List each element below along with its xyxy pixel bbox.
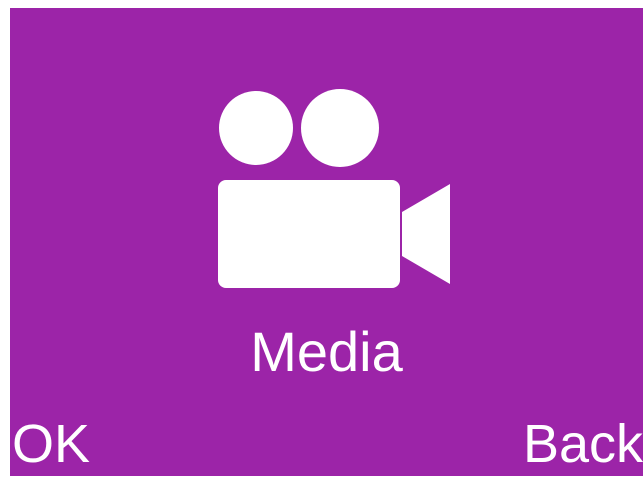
app-label: Media xyxy=(250,320,403,383)
ok-softkey[interactable]: OK xyxy=(12,412,90,476)
back-softkey[interactable]: Back xyxy=(523,412,643,476)
phone-screen: Media OK Back xyxy=(10,8,643,476)
video-camera-icon xyxy=(218,88,460,294)
